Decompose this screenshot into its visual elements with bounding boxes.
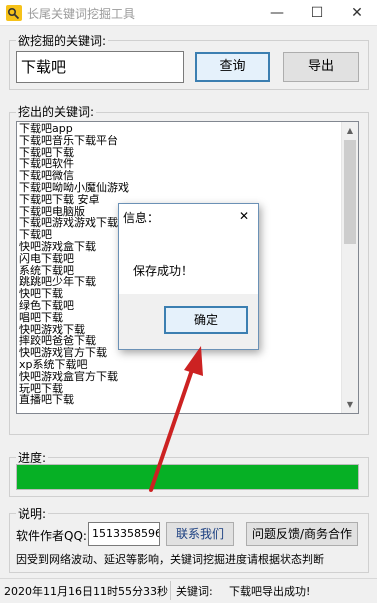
annotation-arrow <box>149 346 203 492</box>
arrow-head <box>184 346 203 376</box>
arrow-shaft <box>149 365 195 492</box>
